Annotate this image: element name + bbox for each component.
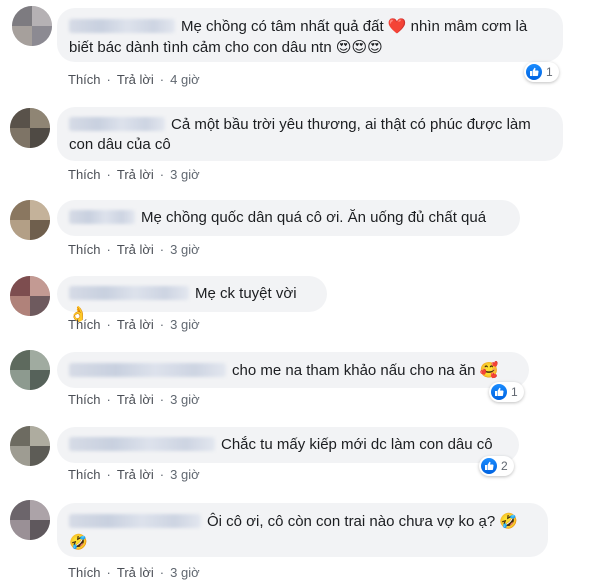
reaction-number: 1 [511, 385, 518, 399]
separator: · [106, 392, 111, 407]
heart-eyes-emoji-icon: 😍😍😍 [335, 38, 383, 56]
comment-text: Ôi cô ơi, cô còn con trai nào chưa vợ ko… [207, 513, 500, 530]
like-button[interactable]: Thích [68, 565, 101, 580]
timestamp[interactable]: 4 giờ [170, 72, 200, 87]
separator: · [159, 565, 165, 580]
reply-button[interactable]: Trả lời [117, 565, 154, 580]
reaction-count[interactable]: 2 [479, 456, 514, 476]
comment-bubble: Cả một bầu trời yêu thương, ai thật có p… [57, 107, 563, 161]
comment-bubble: Mẹ chồng có tâm nhất quả đất ❤️ nhìn mâm… [57, 8, 563, 62]
avatar[interactable] [10, 426, 50, 466]
comment-text: biết bác dành tình cảm cho con dâu ntn [69, 39, 336, 56]
comment-bubble: cho me na tham khảo nấu cho na ăn 🥰 [57, 352, 529, 388]
separator: · [106, 72, 111, 87]
reply-button[interactable]: Trả lời [117, 72, 154, 87]
like-button[interactable]: Thích [68, 467, 101, 482]
reply-button[interactable]: Trả lời [117, 242, 154, 257]
heart-icon: ❤️ [387, 17, 407, 35]
comment-actions: Thích · Trả lời · 3 giờ [68, 392, 200, 407]
timestamp[interactable]: 3 giờ [170, 565, 200, 580]
comment-bubble: Mẹ ck tuyệt vời 👌 [57, 276, 327, 323]
separator: · [106, 467, 111, 482]
comment-text: con dâu của cô [69, 136, 171, 153]
comment-actions: Thích · Trả lời · 3 giờ [68, 565, 200, 580]
timestamp[interactable]: 3 giờ [170, 317, 200, 332]
timestamp[interactable]: 3 giờ [170, 242, 200, 257]
rofl-emoji-icon: 🤣 [499, 512, 519, 530]
comment-bubble: Chắc tu mấy kiếp mới dc làm con dâu cô [57, 427, 519, 463]
comment-actions: Thích · Trả lời · 3 giờ [68, 242, 200, 257]
comment-text: Mẹ ck tuyệt vời [195, 285, 297, 302]
reply-button[interactable]: Trả lời [117, 167, 154, 182]
smiling-hearts-emoji-icon: 🥰 [479, 361, 499, 379]
avatar[interactable] [10, 108, 50, 148]
author-name[interactable] [69, 210, 135, 224]
timestamp[interactable]: 3 giờ [170, 467, 200, 482]
reply-button[interactable]: Trả lời [117, 467, 154, 482]
separator: · [106, 565, 111, 580]
like-button[interactable]: Thích [68, 72, 101, 87]
author-name[interactable] [69, 437, 215, 451]
comment-text: nhìn mâm cơm là [406, 18, 528, 35]
avatar[interactable] [10, 276, 50, 316]
author-name[interactable] [69, 514, 201, 528]
reaction-number: 2 [501, 459, 508, 473]
like-button[interactable]: Thích [68, 167, 101, 182]
timestamp[interactable]: 3 giờ [170, 167, 200, 182]
reply-button[interactable]: Trả lời [117, 317, 154, 332]
like-button[interactable]: Thích [68, 392, 101, 407]
rofl-emoji-icon: 🤣 [69, 533, 88, 551]
comment-text: cho me na tham khảo nấu cho na ăn [232, 362, 480, 379]
author-name[interactable] [69, 286, 189, 300]
avatar[interactable] [12, 6, 52, 46]
comment-text: Mẹ chồng có tâm nhất quả đất [181, 18, 384, 35]
separator: · [106, 317, 111, 332]
avatar[interactable] [10, 500, 50, 540]
comment-bubble: Ôi cô ơi, cô còn con trai nào chưa vợ ko… [57, 503, 548, 557]
author-name[interactable] [69, 363, 226, 377]
author-name[interactable] [69, 19, 175, 33]
avatar[interactable] [10, 350, 50, 390]
like-button[interactable]: Thích [68, 242, 101, 257]
like-reaction-icon [481, 458, 497, 474]
separator: · [159, 467, 165, 482]
comment-text: Mẹ chồng quốc dân quá cô ơi. Ăn uống đủ … [141, 209, 487, 226]
separator: · [106, 167, 111, 182]
comment-text: Chắc tu mấy kiếp mới dc làm con dâu cô [221, 436, 493, 453]
comment-actions: Thích · Trả lời · 3 giờ [68, 317, 200, 332]
like-reaction-icon [491, 384, 507, 400]
reply-button[interactable]: Trả lời [117, 392, 154, 407]
comment-text: Cả một bầu trời yêu thương, ai thật có p… [171, 116, 531, 133]
separator: · [159, 392, 165, 407]
separator: · [159, 242, 165, 257]
comment-actions: Thích · Trả lời · 4 giờ [68, 72, 200, 87]
separator: · [159, 167, 165, 182]
reaction-count[interactable]: 1 [524, 62, 559, 82]
comment-bubble: Mẹ chồng quốc dân quá cô ơi. Ăn uống đủ … [57, 200, 520, 236]
like-reaction-icon [526, 64, 542, 80]
like-button[interactable]: Thích [68, 317, 101, 332]
separator: · [106, 242, 111, 257]
comment-actions: Thích · Trả lời · 3 giờ [68, 467, 200, 482]
reaction-count[interactable]: 1 [489, 382, 524, 402]
reaction-number: 1 [546, 65, 553, 79]
author-name[interactable] [69, 117, 165, 131]
timestamp[interactable]: 3 giờ [170, 392, 200, 407]
comment-actions: Thích · Trả lời · 3 giờ [68, 167, 200, 182]
separator: · [159, 317, 165, 332]
separator: · [159, 72, 165, 87]
avatar[interactable] [10, 200, 50, 240]
